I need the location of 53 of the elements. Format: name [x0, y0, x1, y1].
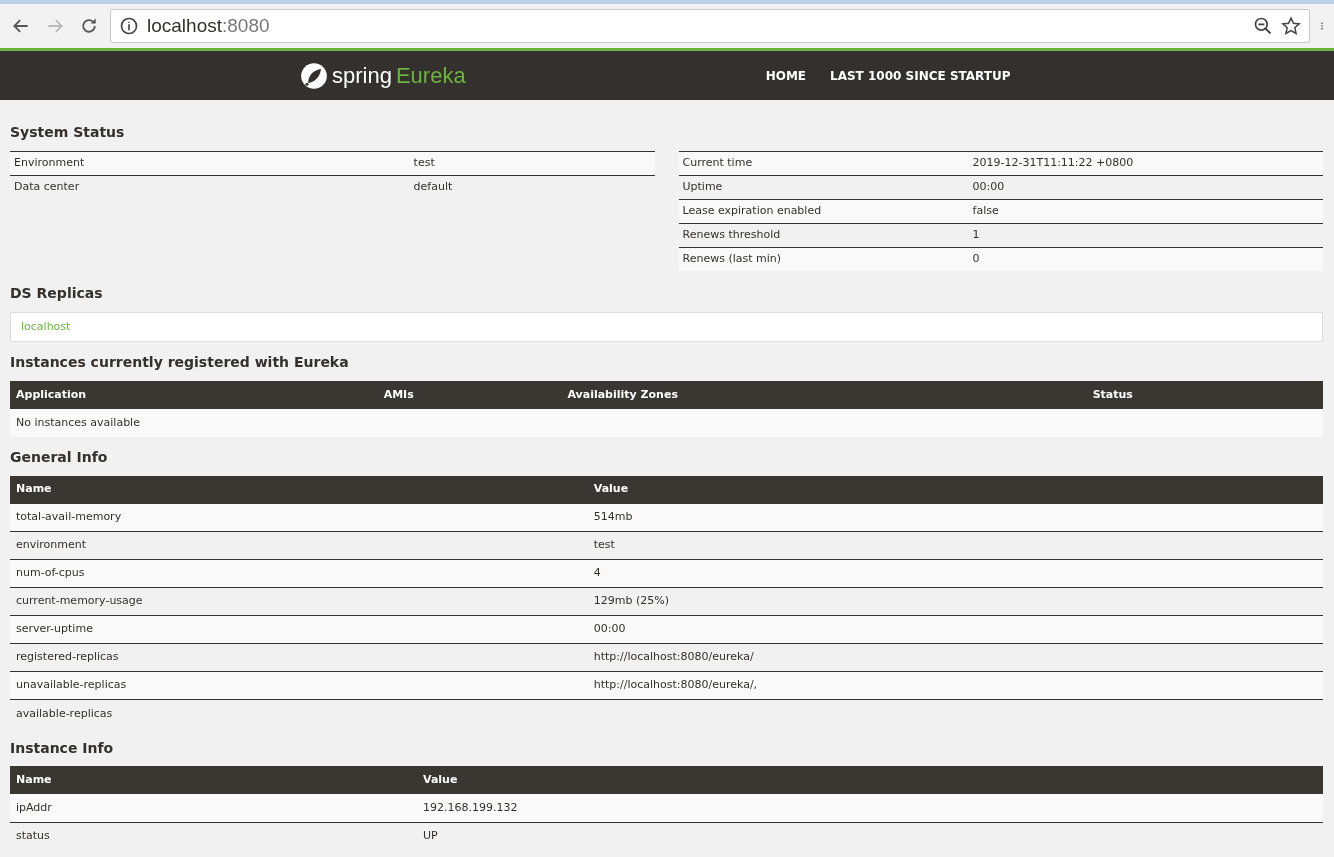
table-cell: test: [587, 531, 1323, 560]
leaf-icon: [300, 61, 328, 90]
table-cell: 4: [587, 559, 1323, 588]
section-title: DS Replicas: [10, 285, 104, 303]
address-bar[interactable]: localhost:8080: [110, 9, 1310, 43]
column-header: Value: [587, 475, 1323, 504]
column-header: Application: [10, 380, 378, 409]
table-cell: http://localhost:8080/eureka/: [587, 643, 1323, 672]
table-cell: 0: [968, 247, 1323, 272]
table-cell: current-memory-usage: [10, 587, 588, 616]
table-cell: 192.168.199.132: [417, 794, 1323, 823]
column-header: Name: [10, 766, 417, 795]
table-cell: total-avail-memory: [10, 503, 588, 532]
empty-message: No instances available: [10, 408, 1323, 437]
column-header: Value: [417, 766, 1323, 795]
table-cell: false: [968, 199, 1323, 224]
table-cell: test: [409, 151, 655, 176]
table-cell: default: [409, 175, 655, 200]
table-cell: available-replicas: [10, 699, 588, 728]
table-cell: 514mb: [587, 503, 1323, 532]
url-text: localhost:8080: [147, 13, 271, 38]
table-cell: Data center: [10, 175, 410, 200]
table-cell: Environment: [10, 151, 410, 176]
table-cell: Current time: [678, 151, 969, 176]
info-icon: [119, 16, 139, 36]
table-cell: Lease expiration enabled: [678, 199, 969, 224]
zoom-out-icon[interactable]: [1253, 16, 1273, 36]
column-header: AMIs: [377, 380, 562, 409]
table-cell: 2019-12-31T11:11:22 +0800: [968, 151, 1323, 176]
table-cell: environment: [10, 531, 588, 560]
table-cell: registered-replicas: [10, 643, 588, 672]
column-header: Status: [1086, 380, 1323, 409]
reload-icon: [79, 16, 99, 36]
table-cell: UP: [417, 822, 1323, 851]
table-cell: Renews (last min): [678, 247, 969, 272]
table-cell: status: [10, 822, 417, 851]
table-cell: http://localhost:8080/eureka/,: [587, 671, 1323, 700]
brand-logo[interactable]: spring Eureka: [300, 59, 466, 92]
table-cell: 129mb (25%): [587, 587, 1323, 616]
column-header: Availability Zones: [561, 380, 1087, 409]
table-cell: ipAddr: [10, 794, 417, 823]
section-title: Instance Info: [10, 739, 115, 757]
column-header: Name: [10, 475, 588, 504]
section-title: Instances currently registered with Eureka: [10, 354, 350, 371]
nav-link[interactable]: LAST 1000 SINCE STARTUP: [830, 66, 1011, 85]
table-cell: num-of-cpus: [10, 559, 588, 588]
star-icon[interactable]: [1281, 16, 1301, 36]
table-cell: unavailable-replicas: [10, 671, 588, 700]
table-cell: 00:00: [587, 615, 1323, 644]
section-title: General Info: [10, 448, 109, 466]
section-title: System Status: [10, 124, 126, 141]
table-cell: server-uptime: [10, 615, 588, 644]
nav-link[interactable]: HOME: [765, 66, 807, 85]
